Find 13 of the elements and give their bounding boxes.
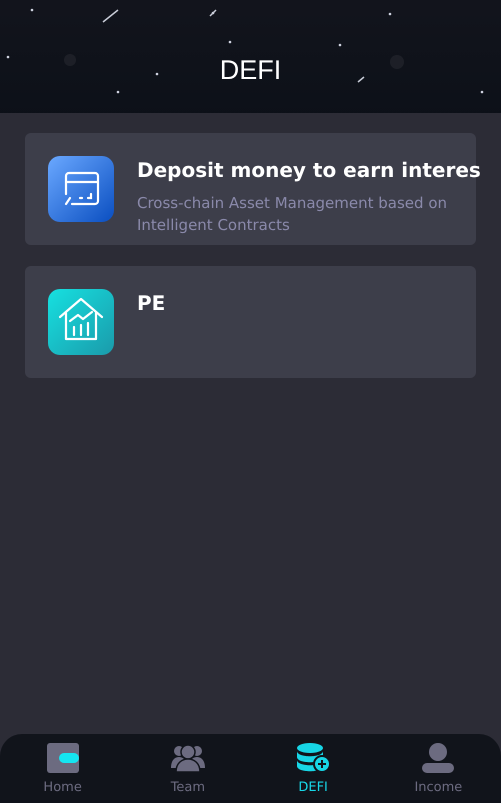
nav-tab[interactable]: Team: [125, 734, 250, 800]
nav-tab[interactable]: Home: [0, 734, 126, 800]
card-title: PE: [137, 291, 166, 315]
house-chart-icon: [48, 289, 114, 355]
credit-card-icon: [48, 156, 114, 222]
nav-tab[interactable]: DEFI: [250, 734, 376, 800]
feature-card[interactable]: PE: [25, 266, 476, 378]
nav-tab[interactable]: Income: [376, 734, 501, 800]
page-title: DEFI: [220, 55, 282, 86]
card-description: Cross-chain Asset Management based on Intelligent Contracts: [137, 193, 448, 236]
person-icon: [421, 742, 456, 774]
coin-stack-plus-icon: [296, 742, 330, 774]
wallet-icon: [46, 742, 80, 774]
